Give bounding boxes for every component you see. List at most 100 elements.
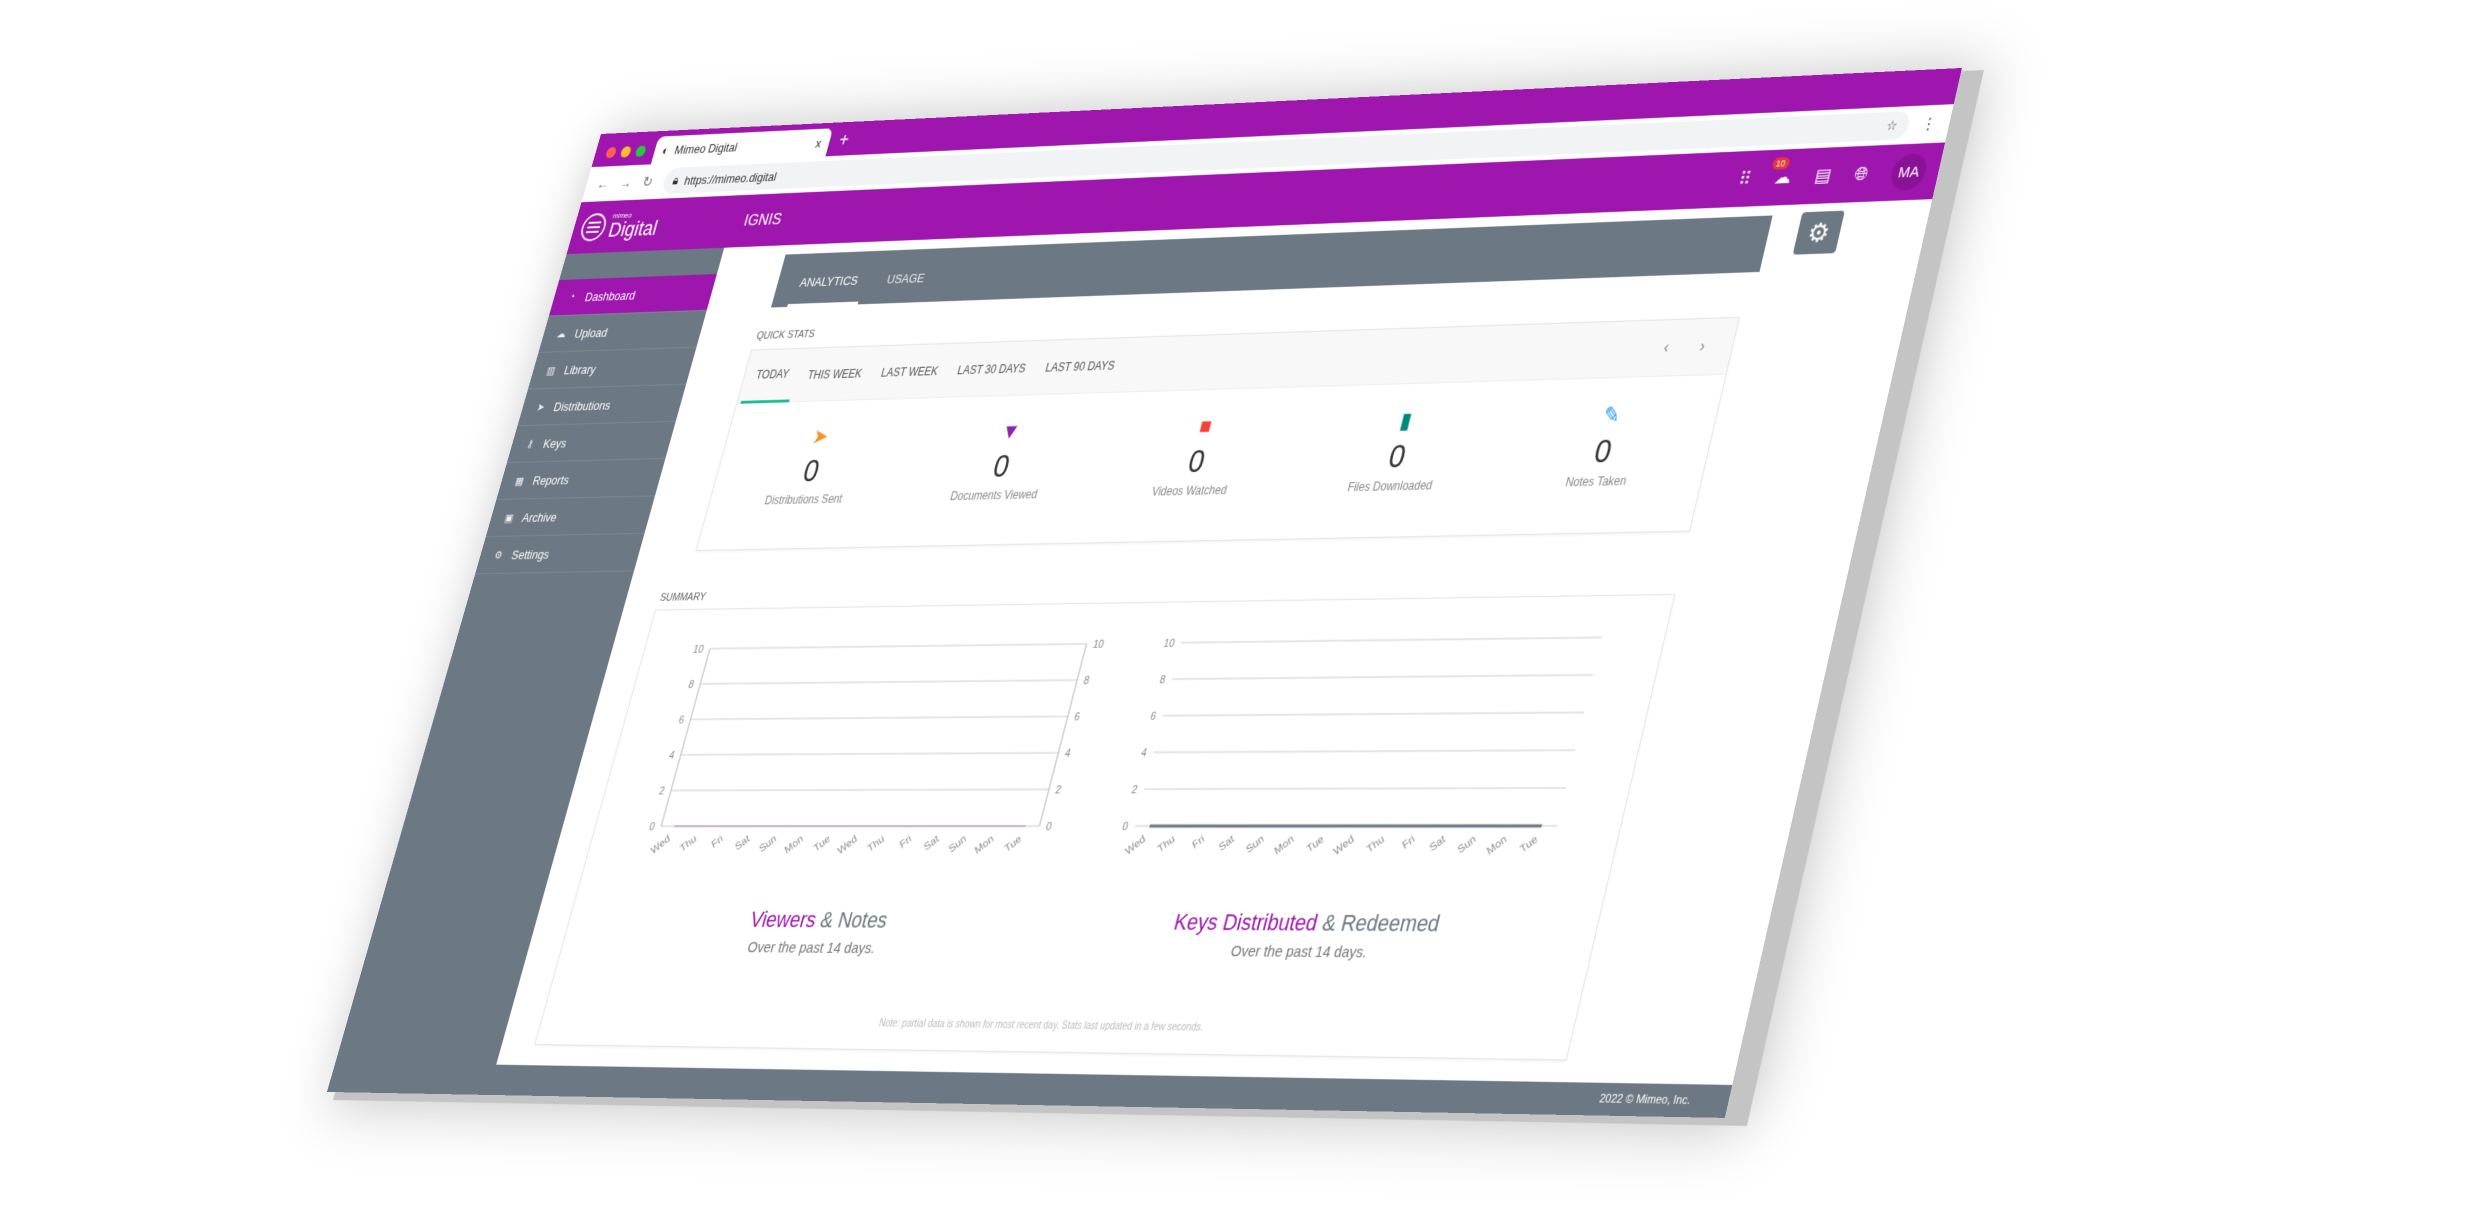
logo-mark-icon — [577, 212, 610, 242]
y2-tick-label: 0 — [1045, 819, 1054, 832]
bar-chart-icon: ▦ — [513, 475, 526, 487]
close-window-button[interactable] — [604, 146, 618, 159]
period-tab-this-week[interactable]: THIS WEEK — [793, 346, 878, 402]
x-tick-label: Fri — [1190, 832, 1206, 851]
apps-grid-icon[interactable]: ⠿ — [1736, 168, 1754, 190]
x-tick-label: Sun — [1456, 832, 1478, 856]
y-tick-label: 10 — [1162, 636, 1176, 649]
period-tab-last-30-days[interactable]: LAST 30 DAYS — [942, 340, 1041, 397]
paper-plane-icon: ➤ — [535, 401, 546, 414]
logo-big-text: Digital — [605, 215, 661, 241]
sidebar-item-archive[interactable]: ▣ Archive — [485, 496, 655, 538]
sidebar-item-label: Dashboard — [583, 287, 638, 304]
x-tick-label: Thu — [866, 832, 886, 854]
file-icon: ▮ — [1397, 407, 1415, 434]
tab-analytics[interactable]: ANALYTICS — [787, 272, 867, 307]
y-tick-label: 2 — [1130, 783, 1139, 796]
bookmark-star-icon[interactable]: ☆ — [1885, 118, 1899, 135]
cloud-upload-icon: ☁ — [555, 328, 568, 340]
tab-usage[interactable]: USAGE — [874, 270, 933, 303]
logo[interactable]: mimeo Digital — [570, 207, 736, 242]
sidebar-item-library[interactable]: ▥ Library — [527, 347, 697, 390]
favicon-icon: ◐ — [660, 142, 671, 158]
gridline — [700, 680, 1077, 684]
stat-label: Documents Viewed — [948, 487, 1040, 504]
x-tick-label: Thu — [1156, 832, 1177, 855]
sidebar-item-label: Settings — [509, 546, 552, 562]
maximize-window-button[interactable] — [634, 145, 647, 157]
y-tick-label: 0 — [1121, 819, 1130, 832]
summary-card: 0 0 2 2 4 4 6 6 8 8 10 10 Wed Thu Fri Sat Sun Mon Tue Wed Th… — [534, 593, 1676, 1061]
chart-subtitle: Over the past 14 days. — [1228, 942, 1370, 962]
stat-notes-taken: ✎ 0 Notes Taken — [1513, 400, 1697, 491]
upload-notifications-button[interactable]: 10 ☁ — [1771, 156, 1794, 188]
y2-tick-label: 2 — [1054, 783, 1063, 796]
video-camera-icon: ■ — [1196, 413, 1215, 439]
x-tick-label: Mon — [783, 832, 805, 856]
browser-menu-icon[interactable]: ⋮ — [1919, 114, 1938, 135]
stat-label: Distributions Sent — [763, 491, 844, 508]
browser-window: ◐ Mimeo Digital x + ← → ↻ 🔒︎ https://mim… — [326, 67, 1962, 1118]
chart-subtitle: Over the past 14 days. — [745, 938, 878, 958]
forward-icon[interactable]: → — [618, 175, 634, 191]
y2-tick-label: 10 — [1092, 637, 1106, 650]
period-tab-last-90-days[interactable]: LAST 90 DAYS — [1030, 337, 1130, 394]
sidebar-item-settings[interactable]: ⚙ Settings — [475, 533, 645, 575]
globe-icon[interactable]: 🌐︎ — [1852, 163, 1871, 185]
chart-title-highlight: Keys Distributed — [1171, 908, 1321, 936]
x-tick-label: Wed — [649, 832, 671, 856]
sidebar-item-distributions[interactable]: ➤ Distributions — [517, 384, 687, 427]
summary-label: SUMMARY — [658, 591, 708, 604]
chevron-right-icon[interactable]: › — [1698, 337, 1707, 355]
sidebar-item-dashboard[interactable]: ◔ Dashboard — [549, 274, 723, 317]
x-tick-label: Sun — [947, 832, 968, 855]
close-tab-icon[interactable]: x — [814, 136, 823, 150]
stat-distributions-sent: ➤ 0 Distributions Sent — [728, 422, 898, 508]
paper-plane-icon: ➤ — [809, 424, 832, 449]
messages-icon[interactable]: ▤ — [1813, 165, 1833, 187]
x-tick-label: Thu — [1365, 832, 1386, 855]
reload-icon[interactable]: ↻ — [640, 173, 655, 190]
x-tick-label: Mon — [973, 832, 995, 856]
y-tick-label: 2 — [658, 784, 666, 797]
y-tick-label: 6 — [677, 713, 685, 726]
x-tick-label: Tue — [1518, 832, 1539, 855]
period-tab-last-week[interactable]: LAST WEEK — [866, 343, 953, 399]
sidebar-item-upload[interactable]: ☁ Upload — [538, 310, 707, 353]
stat-videos-watched: ■ 0 Videos Watched — [1110, 411, 1287, 499]
gridline — [1154, 750, 1575, 752]
avatar[interactable]: MA — [1888, 153, 1930, 191]
pencil-icon: ✎ — [1600, 401, 1624, 428]
lock-icon: 🔒︎ — [671, 173, 681, 188]
sidebar-item-label: Distributions — [552, 397, 613, 414]
stat-value: 0 — [989, 448, 1014, 484]
y-tick-label: 6 — [1149, 709, 1158, 722]
x-tick-label: Mon — [1272, 832, 1295, 856]
y-tick-label: 4 — [668, 748, 676, 761]
gridline — [1144, 788, 1566, 789]
sidebar-item-reports[interactable]: ▦ Reports — [496, 458, 666, 500]
gridline — [710, 644, 1087, 649]
quick-stats-label: QUICK STATS — [755, 328, 817, 342]
sidebar-item-keys[interactable]: ⚷ Keys — [506, 421, 676, 464]
y-tick-label: 8 — [687, 678, 695, 691]
stat-value: 0 — [799, 452, 824, 489]
settings-gear-button[interactable]: ⚙ — [1792, 210, 1845, 255]
cloud-upload-icon: ☁ — [1772, 166, 1794, 188]
new-tab-button[interactable]: + — [836, 130, 851, 152]
sidebar-item-label: Archive — [520, 509, 559, 525]
x-tick-label: Mon — [1485, 832, 1509, 857]
chevron-left-icon[interactable]: ‹ — [1662, 339, 1671, 357]
stat-files-downloaded: ▮ 0 Files Downloaded — [1309, 406, 1489, 495]
chart-title-rest: & Notes — [817, 906, 891, 933]
chart-title-keys: Keys Distributed & Redeemed — [1072, 908, 1546, 938]
y2-tick-label: 8 — [1082, 673, 1091, 686]
minimize-window-button[interactable] — [619, 146, 633, 158]
y-tick-label: 4 — [1140, 746, 1149, 759]
app-name: IGNIS — [741, 209, 784, 230]
keys-chart: 0 2 4 6 8 10 Wed Thu Fri Sat Sun Mon Tue Wed Thu Fri Sat… — [1121, 616, 1635, 857]
back-icon[interactable]: ← — [595, 176, 611, 192]
x-tick-label: Tue — [812, 832, 831, 854]
copyright: 2022 © Mimeo, Inc. — [1598, 1092, 1692, 1108]
x-tick-label: Wed — [1123, 832, 1146, 857]
